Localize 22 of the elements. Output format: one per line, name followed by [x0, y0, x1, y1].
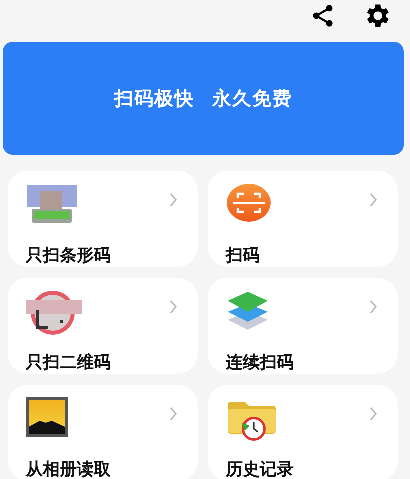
- banner-text: 扫码极快 永久免费: [114, 86, 292, 112]
- menu-card[interactable]: 扫码: [208, 171, 398, 267]
- landscape-picture-icon: [26, 397, 68, 437]
- card-title: 只扫二维码: [26, 352, 111, 374]
- chevron-right-icon: [369, 407, 378, 421]
- menu-card[interactable]: 只扫二维码: [8, 278, 198, 374]
- card-title: 扫码: [226, 245, 260, 267]
- layers-icon: [226, 290, 270, 332]
- menu-card[interactable]: 只扫条形码: [8, 171, 198, 267]
- card-title: 从相册读取: [26, 459, 111, 479]
- chevron-right-icon: [169, 300, 178, 314]
- menu-card[interactable]: 从相册读取: [8, 385, 198, 479]
- menu-card[interactable]: 历史记录: [208, 385, 398, 479]
- chevron-right-icon: [369, 300, 378, 314]
- chevron-right-icon: [169, 193, 178, 207]
- scan-icon: [226, 183, 272, 223]
- chevron-right-icon: [369, 193, 378, 207]
- chevron-right-icon: [169, 407, 178, 421]
- card-title: 历史记录: [226, 459, 294, 479]
- card-title: 连续扫码: [226, 352, 294, 374]
- menu-card[interactable]: 连续扫码: [208, 278, 398, 374]
- card-title: 只扫条形码: [26, 245, 111, 267]
